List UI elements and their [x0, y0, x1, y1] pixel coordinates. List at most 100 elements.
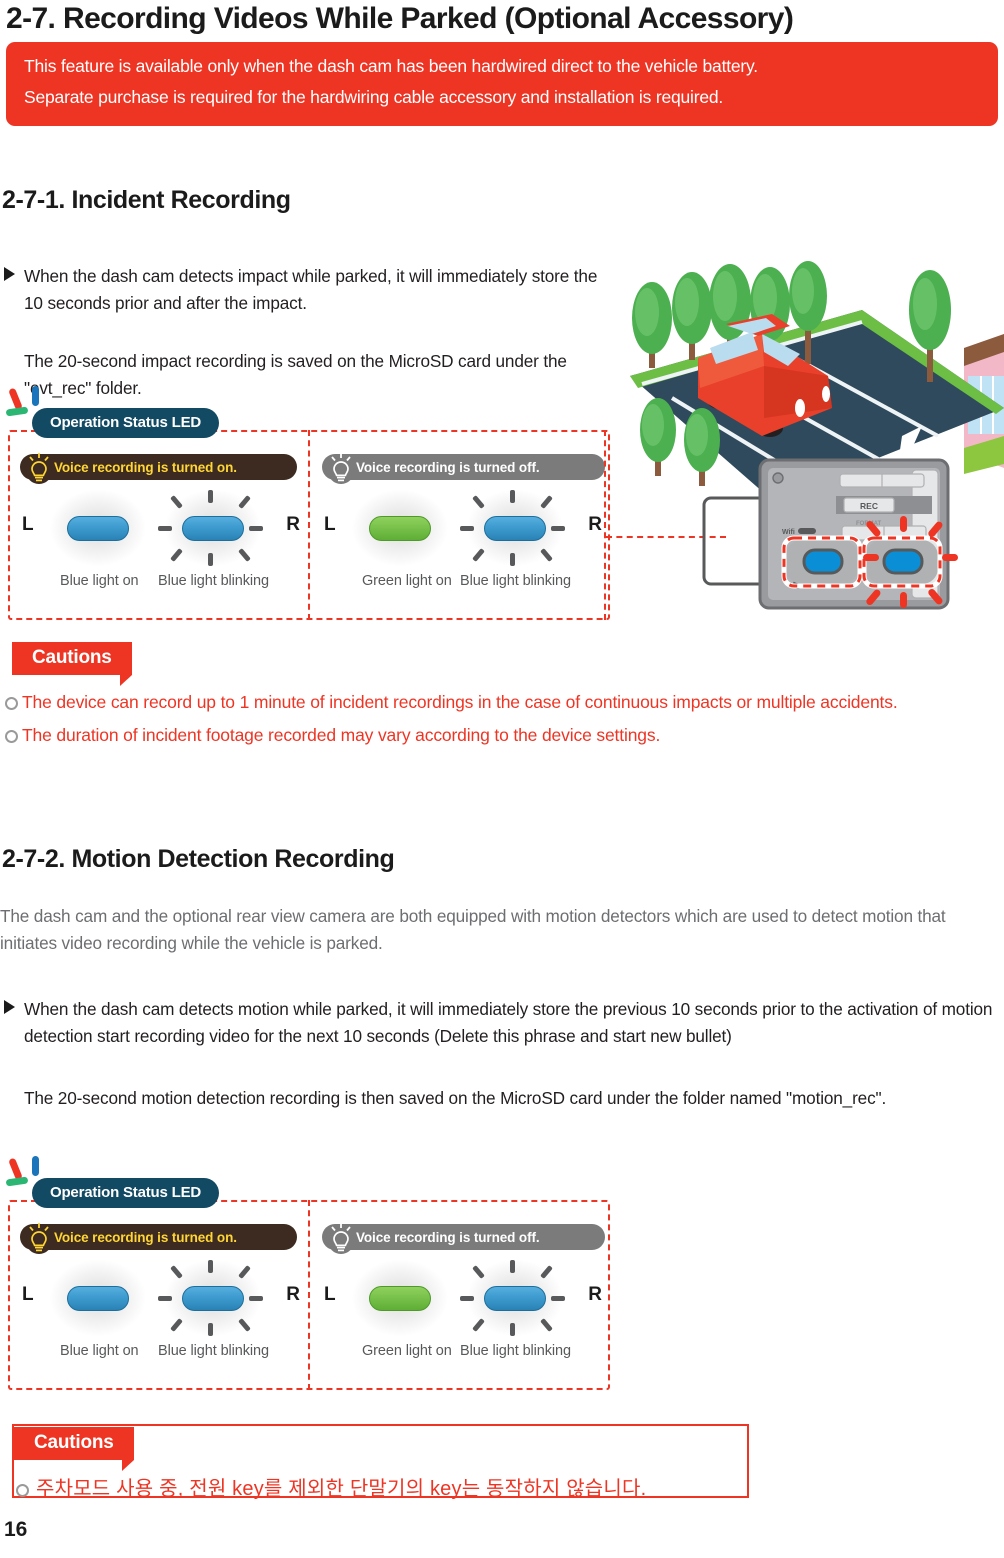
device-wifi-label: Wifi — [782, 529, 795, 536]
operation-status-led-panel-incident: Operation Status LED Voice recording is … — [6, 386, 610, 620]
lightbulb-icon — [328, 1223, 354, 1254]
led-side-label-right: R — [588, 514, 602, 535]
led-pill-blue — [182, 1286, 244, 1311]
led-group-voice-on: Voice recording is turned on. L R Blue l… — [8, 1200, 308, 1390]
voice-recording-off-bar: Voice recording is turned off. — [322, 1223, 605, 1254]
led-pill-blue — [67, 1286, 129, 1311]
led-side-label-left: L — [324, 1284, 336, 1305]
blink-ray — [551, 526, 565, 531]
led-row-voice-off: L R — [310, 488, 610, 568]
incident-bullet-1: When the dash cam detects impact while p… — [4, 263, 604, 317]
page-number: 16 — [4, 1518, 28, 1541]
led-caption-blinking: Blue light blinking — [158, 573, 269, 589]
blink-ray — [208, 553, 213, 566]
led-indicator-solid — [345, 488, 455, 568]
led-caption-blinking: Blue light blinking — [460, 573, 571, 589]
blink-ray — [460, 1296, 474, 1301]
led-indicator-blinking — [460, 1258, 570, 1338]
cautions-label: Cautions — [14, 1427, 134, 1471]
manual-page: 2-7. Recording Videos While Parked (Opti… — [0, 0, 1004, 1558]
voice-recording-off-label: Voice recording is turned off. — [356, 459, 540, 475]
blink-ray — [158, 526, 172, 531]
voice-recording-on-bar: Voice recording is turned on. — [20, 1223, 297, 1254]
incident-bullet-2-text: The 20-second impact recording is saved … — [24, 351, 567, 398]
blink-ray — [510, 1260, 515, 1273]
motion-bullet-2-text: The 20-second motion detection recording… — [24, 1088, 887, 1108]
led-side-label-right: R — [588, 1284, 602, 1305]
operation-status-led-badge: Operation Status LED — [32, 408, 220, 438]
parked-car-illustration: REC FORMAT Wifi — [630, 261, 1004, 610]
sparkle-icon — [6, 386, 39, 417]
led-side-label-left: L — [22, 1284, 34, 1305]
sparkle-icon — [6, 1156, 39, 1187]
led-row-voice-off: L R — [310, 1258, 610, 1338]
notice-line-2: Separate purchase is required for the ha… — [24, 87, 724, 107]
led-side-label-right: R — [286, 1284, 300, 1305]
led-caption-blinking: Blue light blinking — [460, 1343, 571, 1359]
device-rec-label: REC — [860, 501, 878, 511]
triangle-bullet-icon — [4, 267, 15, 281]
blink-ray — [158, 1296, 172, 1301]
led-caption-solid: Blue light on — [60, 1343, 139, 1359]
cautions-label: Cautions — [12, 642, 132, 686]
cautions-tag-incident: Cautions — [12, 642, 132, 686]
led-group-voice-off: Voice recording is turned off. L R Green… — [310, 430, 610, 620]
notice-banner: This feature is available only when the … — [6, 42, 998, 126]
caution-item-korean: 주차모드 사용 중, 전원 key를 제외한 단말기의 key는 동작하지 않습… — [16, 1475, 736, 1503]
voice-recording-off-bar: Voice recording is turned off. — [322, 453, 605, 484]
lightbulb-icon — [26, 1223, 52, 1254]
led-row-voice-on: L R — [8, 1258, 308, 1338]
motion-bullet-2: The 20-second motion detection recording… — [4, 1085, 1004, 1112]
led-indicator-blinking — [460, 488, 570, 568]
caution-item: The device can record up to 1 minute of … — [4, 688, 1004, 717]
lightbulb-icon — [26, 453, 52, 484]
led-side-label-left: L — [324, 514, 336, 535]
lightbulb-icon — [328, 453, 354, 484]
led-caption-solid: Blue light on — [60, 573, 139, 589]
incident-bullet-2: The 20-second impact recording is saved … — [4, 348, 604, 402]
led-indicator-blinking — [158, 488, 268, 568]
cautions-tag-motion: Cautions — [14, 1427, 134, 1471]
led-caption-blinking: Blue light blinking — [158, 1343, 269, 1359]
operation-status-led-badge: Operation Status LED — [32, 1178, 220, 1208]
blink-ray — [208, 1323, 213, 1336]
led-side-label-left: L — [22, 514, 34, 535]
blink-ray — [510, 1323, 515, 1336]
led-group-voice-on: Voice recording is turned on. L R Blue l… — [8, 430, 308, 620]
led-indicator-solid — [43, 1258, 153, 1338]
caution-item: The duration of incident footage recorde… — [4, 721, 1004, 750]
led-indicator-blinking — [158, 1258, 268, 1338]
triangle-bullet-icon — [4, 1000, 15, 1014]
callout-connector-vertical — [604, 430, 606, 620]
led-caption-solid: Green light on — [362, 1343, 452, 1359]
motion-bullet-1-text: When the dash cam detects motion while p… — [24, 999, 993, 1046]
section-heading-incident-recording: 2-7-1. Incident Recording — [2, 186, 291, 214]
voice-recording-on-label: Voice recording is turned on. — [54, 459, 237, 475]
voice-recording-on-bar: Voice recording is turned on. — [20, 453, 297, 484]
led-caption-solid: Green light on — [362, 573, 452, 589]
cautions-list-incident: The device can record up to 1 minute of … — [4, 688, 1004, 754]
incident-bullet-1-text: When the dash cam detects impact while p… — [24, 266, 598, 313]
led-row-voice-on: L R — [8, 488, 308, 568]
blink-ray — [551, 1296, 565, 1301]
led-pill-blue — [182, 516, 244, 541]
blink-ray — [208, 490, 213, 503]
voice-recording-off-label: Voice recording is turned off. — [356, 1229, 540, 1245]
section-heading-motion-detection: 2-7-2. Motion Detection Recording — [2, 845, 395, 873]
dash-cam-device-graphic: REC FORMAT Wifi — [702, 458, 958, 610]
led-group-voice-off: Voice recording is turned off. L R Green… — [310, 1200, 610, 1390]
blink-ray — [510, 553, 515, 566]
page-title: 2-7. Recording Videos While Parked (Opti… — [6, 2, 794, 35]
led-side-label-right: R — [286, 514, 300, 535]
blink-ray — [208, 1260, 213, 1273]
blink-ray — [249, 526, 263, 531]
led-indicator-solid — [43, 488, 153, 568]
voice-recording-on-label: Voice recording is turned on. — [54, 1229, 237, 1245]
operation-status-led-panel-motion: Operation Status LED Voice recording is … — [6, 1156, 610, 1390]
motion-intro-text: The dash cam and the optional rear view … — [0, 906, 946, 953]
led-pill-blue — [484, 516, 546, 541]
blink-ray — [510, 490, 515, 503]
led-pill-blue — [484, 1286, 546, 1311]
led-pill-green — [369, 516, 431, 541]
led-pill-blue — [67, 516, 129, 541]
